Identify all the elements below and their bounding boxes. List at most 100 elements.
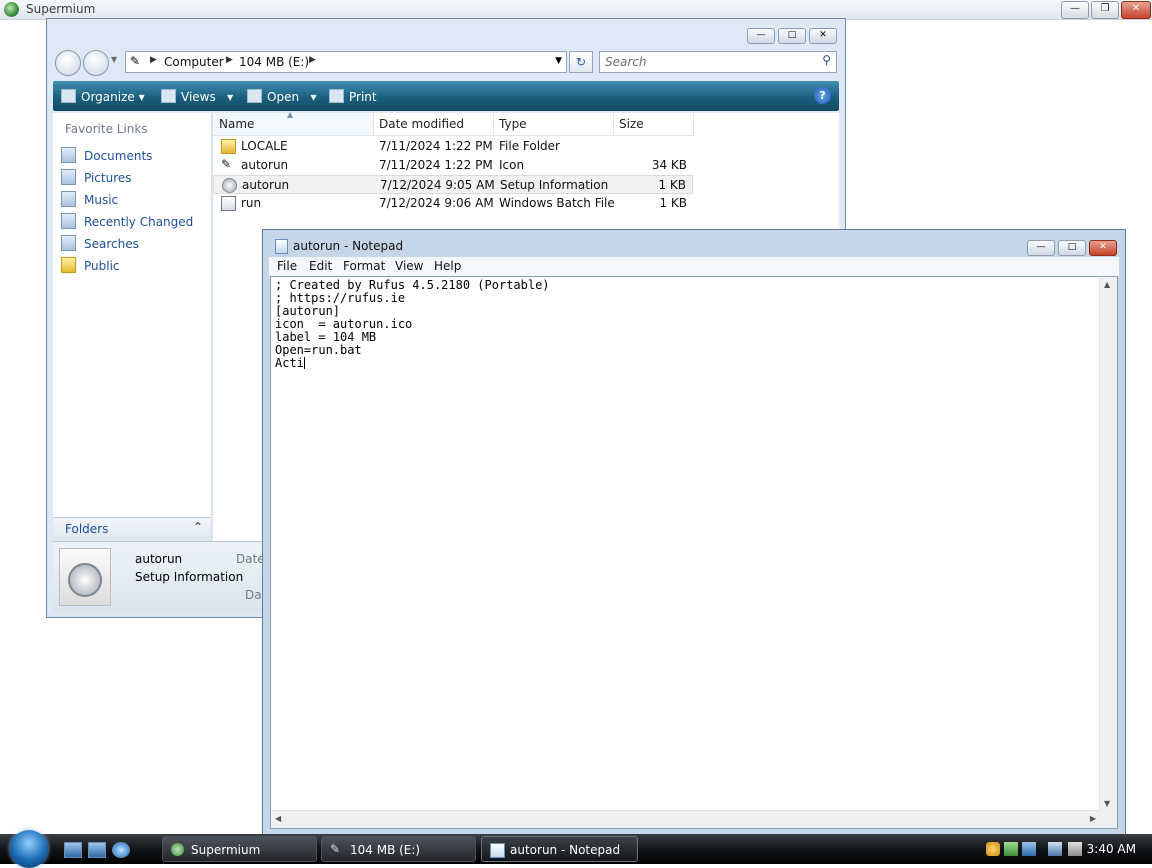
editor-text[interactable]: ; Created by Rufus 4.5.2180 (Portable) ;… <box>275 279 550 370</box>
file-size: 1 KB <box>658 178 686 192</box>
menu-edit[interactable]: Edit <box>309 259 332 273</box>
browser-minimize-button[interactable]: — <box>1061 1 1089 19</box>
favorite-public[interactable]: Public <box>61 257 120 273</box>
editor-line: ; Created by Rufus 4.5.2180 (Portable) <box>275 278 550 292</box>
views-button[interactable]: Views ▾ <box>161 89 233 104</box>
menu-help[interactable]: Help <box>434 259 461 273</box>
search-icon[interactable]: ⚲ <box>822 53 831 67</box>
file-type: Setup Information <box>500 178 609 192</box>
favorite-music[interactable]: Music <box>61 191 118 207</box>
favorite-recently-changed[interactable]: Recently Changed <box>61 213 193 229</box>
volume-muted-icon[interactable] <box>1068 842 1082 856</box>
menu-format[interactable]: Format <box>343 259 385 273</box>
file-date: 7/11/2024 1:22 PM <box>379 139 493 153</box>
batch-file-icon <box>221 196 236 211</box>
breadcrumb-drive[interactable]: 104 MB (E:) <box>239 55 309 69</box>
file-type: File Folder <box>499 139 560 153</box>
file-row[interactable]: LOCALE 7/11/2024 1:22 PM File Folder <box>213 137 693 156</box>
organize-button[interactable]: Organize ▾ <box>61 89 145 104</box>
browser-close-button[interactable]: ✕ <box>1121 1 1151 19</box>
views-icon <box>161 89 176 103</box>
recent-pages-icon[interactable]: ▼ <box>111 55 117 64</box>
taskbar-button-label: Supermium <box>191 843 261 857</box>
back-button[interactable] <box>55 50 81 76</box>
vertical-scrollbar[interactable]: ▲ ▼ <box>1099 277 1117 811</box>
file-date: 7/12/2024 9:06 AM <box>379 196 494 210</box>
taskbar-supermium[interactable]: Supermium <box>162 836 317 862</box>
sort-ascending-icon: ▲ <box>287 110 294 119</box>
setup-information-large-icon <box>59 548 111 606</box>
notepad-close-button[interactable]: ✕ <box>1089 240 1117 256</box>
address-bar[interactable]: ✎ ▶ Computer ▶ 104 MB (E:) ▶ ▼ <box>125 51 567 73</box>
taskbar-explorer[interactable]: ✎ 104 MB (E:) <box>321 836 476 862</box>
favorite-pictures[interactable]: Pictures <box>61 169 132 185</box>
taskbar-notepad[interactable]: autorun - Notepad <box>481 836 638 862</box>
size-grip[interactable] <box>1100 811 1117 828</box>
security-warning-icon[interactable] <box>986 842 1000 856</box>
notepad-icon <box>490 843 505 858</box>
column-type[interactable]: Type <box>493 113 614 136</box>
network-connection-icon[interactable] <box>1048 842 1062 856</box>
chevron-up-icon: ⌃ <box>193 520 204 534</box>
scroll-right-icon[interactable]: ▶ <box>1090 814 1096 823</box>
command-toolbar: Organize ▾ Views ▾ Open ▾ Print ? <box>53 81 839 111</box>
column-name[interactable]: Name ▲ <box>213 110 374 136</box>
help-icon[interactable]: ? <box>814 87 831 104</box>
notepad-editor[interactable]: ; Created by Rufus 4.5.2180 (Portable) ;… <box>270 276 1118 829</box>
file-name: LOCALE <box>241 139 288 153</box>
file-name: autorun <box>241 158 289 172</box>
file-row-selected[interactable]: autorun 7/12/2024 9:05 AM Setup Informat… <box>213 175 693 194</box>
documents-icon <box>61 147 76 163</box>
explorer-close-button[interactable]: ✕ <box>809 28 837 44</box>
breadcrumb-arrow-icon[interactable]: ▶ <box>309 55 316 65</box>
editor-line: icon = autorun.ico <box>275 317 413 331</box>
safely-remove-hardware-icon[interactable] <box>1004 842 1018 856</box>
scroll-left-icon[interactable]: ◀ <box>275 814 281 823</box>
file-name: autorun <box>242 178 290 192</box>
notepad-maximize-button[interactable]: □ <box>1058 240 1086 256</box>
file-name: run <box>241 196 262 210</box>
explorer-minimize-button[interactable]: — <box>747 28 775 44</box>
explorer-caption-buttons: — □ ✕ <box>744 26 837 44</box>
breadcrumb-computer[interactable]: Computer <box>164 55 224 69</box>
scroll-up-icon[interactable]: ▲ <box>1104 280 1110 289</box>
file-size: 34 KB <box>651 158 687 172</box>
open-button[interactable]: Open ▾ <box>247 89 317 104</box>
breadcrumb-arrow-icon[interactable]: ▶ <box>150 55 157 65</box>
details-date-label: Date <box>236 552 265 566</box>
menu-view[interactable]: View <box>395 259 423 273</box>
column-date-modified[interactable]: Date modified <box>373 113 494 136</box>
search-input[interactable]: Search ⚲ <box>599 51 837 73</box>
folder-icon <box>221 139 236 154</box>
start-button-icon[interactable] <box>10 830 48 868</box>
switch-windows-icon[interactable] <box>88 842 106 858</box>
recently-changed-icon <box>61 213 76 229</box>
breadcrumb-arrow-icon[interactable]: ▶ <box>226 55 233 65</box>
favorite-documents[interactable]: Documents <box>61 147 152 163</box>
show-desktop-icon[interactable] <box>64 842 82 858</box>
print-button[interactable]: Print <box>329 89 377 104</box>
browser-titlebar: Supermium — ❐ ✕ <box>0 0 1152 20</box>
address-dropdown-icon[interactable]: ▼ <box>555 56 562 66</box>
clock[interactable]: 3:40 AM <box>1087 842 1136 856</box>
folders-toggle[interactable]: Folders ⌃ <box>53 517 211 542</box>
file-row[interactable]: run 7/12/2024 9:06 AM Windows Batch File… <box>213 194 693 213</box>
internet-explorer-icon[interactable] <box>112 842 130 858</box>
column-size[interactable]: Size <box>613 113 694 136</box>
favorite-searches[interactable]: Searches <box>61 235 139 251</box>
notepad-caption-buttons: — □ ✕ <box>1024 238 1117 256</box>
music-icon <box>61 191 76 207</box>
forward-button[interactable] <box>83 50 109 76</box>
searches-icon <box>61 235 76 251</box>
browser-restore-button[interactable]: ❐ <box>1091 1 1119 19</box>
refresh-button[interactable]: ↻ <box>569 51 593 73</box>
explorer-maximize-button[interactable]: □ <box>778 28 806 44</box>
pictures-icon <box>61 169 76 185</box>
menu-file[interactable]: File <box>277 259 297 273</box>
organize-icon <box>61 89 76 103</box>
network-icon[interactable] <box>1022 842 1036 856</box>
file-row[interactable]: ✎ autorun 7/11/2024 1:22 PM Icon 34 KB <box>213 156 693 175</box>
notepad-minimize-button[interactable]: — <box>1027 240 1055 256</box>
horizontal-scrollbar[interactable]: ◀ ▶ <box>271 810 1100 828</box>
scroll-down-icon[interactable]: ▼ <box>1104 799 1110 808</box>
